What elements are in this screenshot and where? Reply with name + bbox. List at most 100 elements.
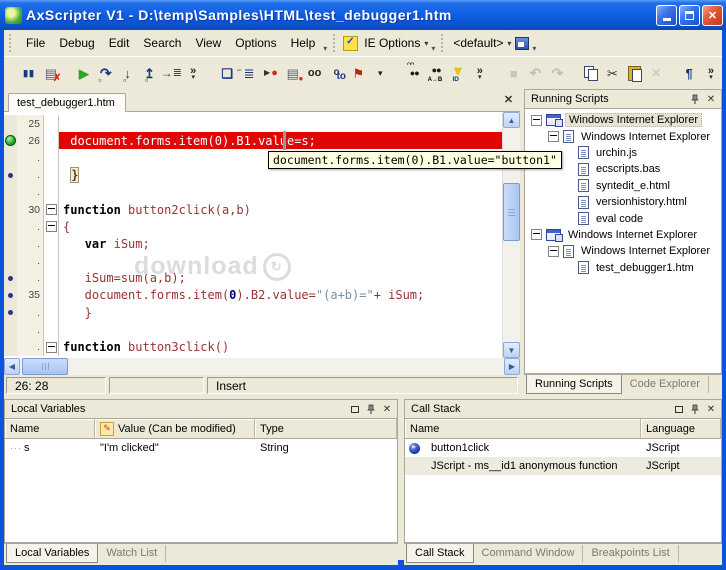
pin-icon[interactable] [364,402,378,416]
float-icon[interactable] [672,402,686,416]
code-line[interactable]: 25 [4,115,502,133]
scroll-left-icon[interactable]: ◀ [4,358,20,375]
code-line[interactable]: . [4,183,502,201]
tab-test-debugger1[interactable]: test_debugger1.htm [8,93,126,112]
fold-collapse-icon[interactable] [45,341,57,353]
scroll-thumb[interactable] [503,183,520,241]
menu-item-debug[interactable]: Debug [52,36,101,50]
code-line[interactable]: . iSum=sum(a,b); [4,269,502,287]
abort-script-button[interactable] [40,61,62,85]
scroll-right-icon[interactable]: ▶ [504,358,520,375]
menu-item-view[interactable]: View [188,36,228,50]
code-editor[interactable]: 25 26 document.forms.item(0).B1.value=s;.… [4,112,520,358]
tree-collapse-icon[interactable] [531,114,542,126]
float-icon[interactable] [348,402,362,416]
quick-watch-button[interactable] [304,61,326,85]
add-watch-button[interactable] [326,61,348,85]
code-line[interactable]: 35 document.forms.item(0).B2.value= "(a+b… [4,286,502,305]
column-header-language[interactable]: Language [641,419,721,438]
dock-tab-breakpoints-list[interactable]: Breakpoints List [583,545,679,562]
run-button[interactable] [73,61,95,85]
call-stack-row[interactable]: JScript - ms__id1 anonymous function JScr… [405,457,721,475]
ie-options-menu[interactable]: IE Options ▾ [343,30,430,56]
tree-item-windows-internet-explorer[interactable]: Windows Internet Explorer [525,243,721,259]
paste-button[interactable] [623,61,645,85]
tree-item-windows-internet-explorer[interactable]: Windows Internet Explorer [525,112,721,128]
dock-tab-local-variables[interactable]: Local Variables [6,544,99,563]
scroll-thumb[interactable] [22,358,68,375]
scroll-down-icon[interactable]: ▼ [503,342,520,358]
dock-tab-call-stack[interactable]: Call Stack [406,544,474,563]
code-line[interactable]: 30 function button2click(a,b) [4,200,502,219]
maximize-button[interactable] [679,4,700,26]
menu-item-options[interactable]: Options [228,36,283,50]
dock-tab-running-scripts[interactable]: Running Scripts [526,375,622,394]
local-variables-grid[interactable]: ··· s "I'm clicked" String [4,439,398,543]
editor-close-button[interactable]: ✕ [501,92,516,107]
show-paragraph-button[interactable] [678,61,700,85]
bookmark-button[interactable] [347,61,369,85]
break-all-button[interactable] [18,61,40,85]
breakpoint-list-button[interactable] [237,61,260,85]
breakpoint-menu-button[interactable] [369,61,391,85]
call-stack-grid[interactable]: button1clickJScriptJScript - ms__id1 ano… [404,439,722,543]
toolbar-overflow-button[interactable] [182,61,204,85]
menu-overflow-icon[interactable]: ▾ [431,44,435,53]
tree-item-test-debugger1-htm[interactable]: test_debugger1.htm [525,260,721,276]
column-header-type[interactable]: Type [255,419,397,438]
replace-button[interactable] [425,61,447,85]
code-line[interactable]: . var iSum; [4,235,502,253]
menu-overflow-icon[interactable]: ▾ [532,44,536,53]
tree-item-syntedit-e-html[interactable]: syntedit_e.html [525,178,721,194]
minimize-button[interactable] [656,4,677,26]
menu-item-edit[interactable]: Edit [102,36,137,50]
step-out-button[interactable] [139,61,161,85]
column-header-value-can-be-modified[interactable]: Value (Can be modified) [95,419,255,438]
code-line[interactable]: 26 document.forms.item(0).B1.value=s; [4,131,502,151]
toolbar-grip[interactable] [9,34,16,52]
fold-collapse-icon[interactable] [45,204,57,216]
pin-icon[interactable] [688,92,702,106]
menu-item-file[interactable]: File [19,36,52,50]
fold-collapse-icon[interactable] [45,221,57,233]
pin-icon[interactable] [688,402,702,416]
toolbar-overflow-button[interactable] [700,61,722,85]
toggle-breakpoint-button[interactable] [260,61,282,85]
menu-item-help[interactable]: Help [284,36,323,50]
dock-tab-watch-list[interactable]: Watch List [98,545,167,562]
table-row[interactable]: ··· s "I'm clicked" String [5,439,397,457]
toolbar-grip[interactable] [333,34,340,52]
tree-collapse-icon[interactable] [548,245,559,257]
running-scripts-tree[interactable]: Windows Internet Explorer Windows Interne… [524,109,722,374]
menu-item-search[interactable]: Search [136,36,188,50]
editor-horizontal-scrollbar[interactable]: ◀ ▶ [4,358,520,375]
toolbar-grip[interactable] [441,34,448,52]
run-to-cursor-button[interactable] [160,61,182,85]
new-breakpoint-button[interactable] [282,61,304,85]
engine-combo[interactable]: <default> ▾ [451,30,531,56]
dock-tab-command-window[interactable]: Command Window [474,545,584,562]
close-icon[interactable]: ✕ [380,402,394,416]
cut-button[interactable] [601,61,623,85]
tree-collapse-icon[interactable] [531,229,542,241]
menu-overflow-icon[interactable]: ▾ [323,44,327,53]
column-header-name[interactable]: Name [405,419,641,438]
close-button[interactable]: ✕ [702,4,723,26]
tree-item-versionhistory-html[interactable]: versionhistory.html [525,194,721,210]
call-stack-row[interactable]: button1click JScript [405,439,721,457]
tree-item-windows-internet-explorer[interactable]: Windows Internet Explorer [525,128,721,144]
tree-item-windows-internet-explorer[interactable]: Windows Internet Explorer [525,227,721,243]
code-line[interactable]: .{ [4,218,502,236]
editor-vertical-scrollbar[interactable]: ▲ ▼ [502,112,520,358]
tree-item-eval-code[interactable]: eval code [525,210,721,226]
code-line[interactable]: . [4,252,502,270]
find-button[interactable] [403,61,425,85]
close-icon[interactable]: ✕ [704,402,718,416]
close-icon[interactable]: ✕ [704,92,718,106]
highlight-id-button[interactable] [447,61,469,85]
step-over-button[interactable] [95,61,117,85]
toolbar-overflow-button[interactable] [469,61,491,85]
code-line[interactable]: . } [4,166,502,184]
code-line[interactable]: . } [4,304,502,322]
code-line[interactable]: . function button3click() [4,338,502,356]
